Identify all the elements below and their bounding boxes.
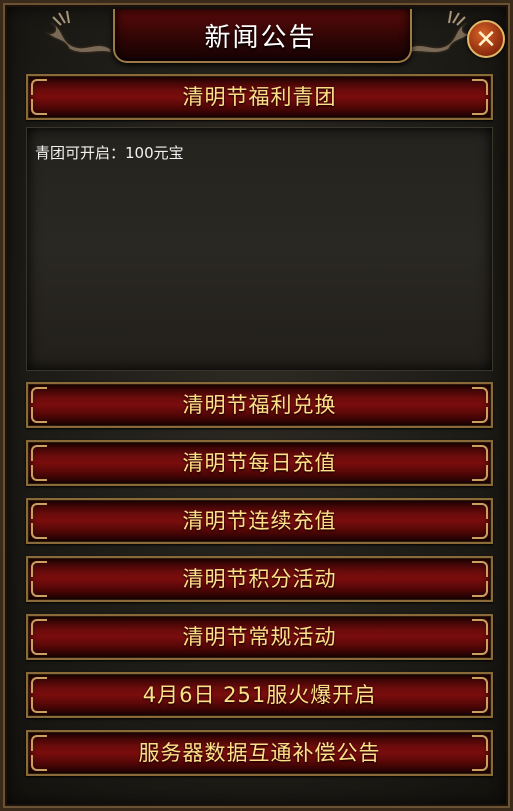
news-dialog: 新闻公告 ✕ 清明节福利青团 青团可开启：100元宝 清明节福利兑换 清明节每日…	[0, 0, 513, 811]
announcement-item[interactable]: 清明节积分活动	[26, 556, 493, 602]
announcement-item[interactable]: 清明节连续充值	[26, 498, 493, 544]
announcement-label: 清明节福利青团	[182, 85, 337, 109]
announcement-content-panel: 青团可开启：100元宝	[26, 127, 493, 371]
announcement-label: 服务器数据互通补偿公告	[138, 741, 381, 765]
announcement-item[interactable]: 4月6日 251服火爆开启	[26, 672, 493, 718]
announcement-label: 4月6日 251服火爆开启	[142, 683, 377, 707]
announcement-label: 清明节积分活动	[182, 567, 337, 591]
dragon-ornament-icon	[406, 10, 474, 55]
announcement-item-expanded[interactable]: 清明节福利青团	[26, 74, 493, 120]
close-icon: ✕	[475, 25, 497, 55]
announcement-label: 清明节福利兑换	[182, 393, 337, 417]
announcement-item[interactable]: 清明节福利兑换	[26, 382, 493, 428]
dragon-ornament-icon	[44, 10, 112, 55]
dialog-title: 新闻公告	[204, 23, 317, 53]
announcement-label: 清明节每日充值	[182, 451, 337, 475]
announcement-item[interactable]: 清明节每日充值	[26, 440, 493, 486]
announcement-label: 清明节连续充值	[182, 509, 337, 533]
announcement-item[interactable]: 服务器数据互通补偿公告	[26, 730, 493, 776]
close-button[interactable]: ✕	[467, 20, 505, 58]
announcement-item[interactable]: 清明节常规活动	[26, 614, 493, 660]
announcement-label: 清明节常规活动	[182, 625, 337, 649]
announcement-content-text: 青团可开启：100元宝	[35, 144, 184, 162]
